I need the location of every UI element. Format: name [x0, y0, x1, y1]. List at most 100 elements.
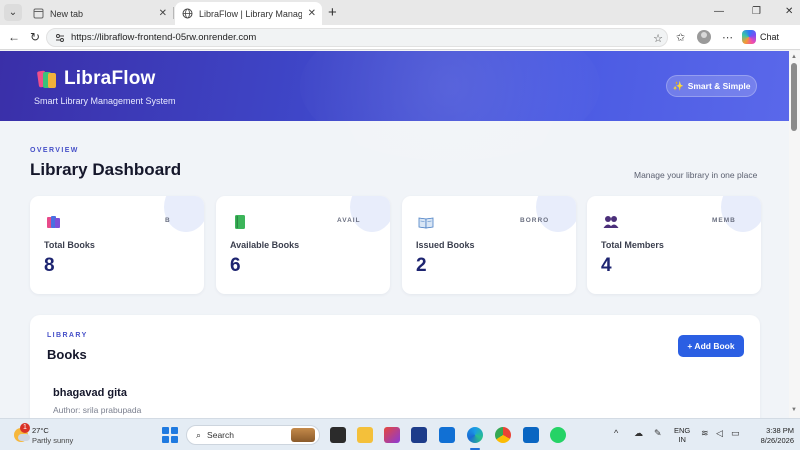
sparkle-icon: ✨ — [672, 80, 684, 91]
green-book-icon — [232, 214, 248, 230]
page-subtitle: Manage your library in one place — [634, 170, 758, 180]
start-button[interactable] — [162, 427, 178, 443]
books-section: LIBRARY Books + Add Book bhagavad gita A… — [30, 315, 760, 418]
card-tag: B — [165, 217, 171, 224]
card-tag: MEMB — [712, 217, 736, 224]
book-author: Author: srila prabupada — [53, 405, 142, 415]
stat-card-total-members: MEMB Total Members 4 — [587, 196, 761, 294]
card-tag: AVAIL — [337, 217, 361, 224]
card-decoration — [721, 196, 761, 232]
books-logo-icon — [36, 69, 58, 89]
language-indicator[interactable]: ENG IN — [674, 426, 690, 444]
tab-actions-menu-button[interactable]: ⌄ — [4, 4, 22, 21]
badge-label: Smart & Simple — [687, 81, 751, 91]
battery-icon[interactable]: ▭ — [731, 428, 740, 439]
favorites-icon[interactable]: ✩ — [676, 31, 685, 44]
file-explorer-icon[interactable] — [357, 427, 373, 443]
tab-new-tab[interactable]: New tab ✕ — [26, 2, 173, 25]
add-book-button[interactable]: + Add Book — [678, 335, 744, 357]
overview-eyebrow: OVERVIEW — [30, 147, 79, 154]
pen-icon[interactable]: ✎ — [654, 428, 662, 439]
stat-card-issued-books: BORRO Issued Books 2 — [402, 196, 576, 294]
books-heading: Books — [47, 347, 87, 362]
stat-label: Total Books — [44, 240, 95, 250]
whatsapp-icon[interactable] — [550, 427, 566, 443]
clock-time: 3:38 PM — [766, 426, 794, 435]
stat-value: 8 — [44, 255, 55, 276]
back-arrow-icon[interactable]: ← — [8, 30, 20, 44]
app-header: LibraFlow Smart Library Management Syste… — [0, 51, 789, 161]
stat-value: 4 — [601, 255, 612, 276]
book-title[interactable]: bhagavad gita — [53, 387, 127, 399]
edge-icon[interactable] — [467, 427, 483, 443]
brand-tagline: Smart Library Management System — [34, 96, 176, 106]
search-highlight-image — [291, 428, 315, 442]
search-placeholder: Search — [207, 430, 234, 440]
wifi-icon[interactable]: ≋ — [701, 428, 709, 439]
language-code: ENG — [674, 426, 691, 435]
page-viewport: LibraFlow Smart Library Management Syste… — [0, 51, 789, 418]
close-window-icon[interactable]: ✕ — [785, 6, 793, 17]
open-book-icon — [418, 214, 434, 230]
store-icon[interactable] — [411, 427, 427, 443]
search-icon: ⌕ — [196, 429, 202, 440]
tab-title: New tab — [50, 8, 84, 19]
scroll-up-arrow-icon[interactable]: ▲ — [791, 54, 797, 60]
region-code: IN — [678, 435, 686, 444]
stat-value: 2 — [416, 255, 427, 276]
page-title: Library Dashboard — [30, 160, 182, 179]
minimize-icon[interactable]: — — [714, 6, 724, 17]
members-icon — [603, 214, 619, 230]
card-decoration — [164, 196, 204, 232]
stat-label: Total Members — [601, 240, 664, 250]
url-text: https://libraflow-frontend-05rw.onrender… — [71, 32, 257, 43]
close-icon[interactable]: ✕ — [308, 8, 316, 19]
show-hidden-icons-icon[interactable]: ^ — [614, 428, 618, 438]
restore-icon[interactable]: ❐ — [752, 6, 761, 17]
brand-name: LibraFlow — [64, 68, 156, 89]
browser-tab-strip: ⌄ New tab ✕ LibraFlow | Library Manageme… — [0, 0, 800, 25]
task-view-icon[interactable] — [330, 427, 346, 443]
notification-badge: 1 — [20, 423, 30, 433]
tab-divider — [173, 7, 174, 19]
system-clock[interactable]: 3:38 PM 8/26/2026 — [750, 426, 794, 446]
outlook-icon[interactable] — [439, 427, 455, 443]
url-field[interactable]: https://libraflow-frontend-05rw.onrender… — [46, 28, 668, 47]
volume-icon[interactable]: ◁ — [716, 428, 723, 439]
close-icon[interactable]: ✕ — [159, 8, 167, 19]
copilot-icon[interactable] — [742, 30, 756, 44]
app-icon[interactable] — [384, 427, 400, 443]
refresh-icon[interactable]: ↻ — [30, 30, 40, 44]
scroll-down-arrow-icon[interactable]: ▼ — [791, 407, 797, 413]
books-icon — [46, 214, 62, 230]
site-info-icon[interactable] — [55, 33, 65, 43]
clock-date: 8/26/2026 — [760, 436, 794, 445]
card-decoration — [536, 196, 576, 232]
tab-libraflow[interactable]: LibraFlow | Library Management Sy ✕ — [175, 2, 322, 25]
profile-avatar[interactable] — [697, 30, 711, 44]
card-tag: BORRO — [520, 217, 550, 224]
cloud-icon — [18, 434, 30, 441]
chat-button-label[interactable]: Chat — [760, 32, 779, 42]
more-options-icon[interactable]: ⋯ — [722, 31, 733, 44]
address-bar-row: ← ↻ https://libraflow-frontend-05rw.onre… — [0, 25, 800, 50]
windows-taskbar: 1 27°C Partly sunny ⌕ Search ^ ☁ ✎ ENG I… — [0, 418, 800, 450]
scrollbar-thumb[interactable] — [791, 63, 797, 131]
smart-simple-badge: ✨ Smart & Simple — [666, 75, 757, 97]
globe-icon — [181, 8, 193, 20]
card-decoration — [350, 196, 390, 232]
stat-card-total-books: B Total Books 8 — [30, 196, 204, 294]
taskbar-search[interactable]: ⌕ Search — [186, 425, 320, 445]
stat-card-available-books: AVAIL Available Books 6 — [216, 196, 390, 294]
new-tab-button[interactable]: + — [328, 4, 337, 21]
weather-widget[interactable]: 1 27°C Partly sunny — [12, 423, 102, 446]
tab-title: LibraFlow | Library Management Sy — [199, 8, 302, 19]
linkedin-icon[interactable] — [523, 427, 539, 443]
header-glow — [300, 51, 600, 161]
cloud-sync-icon[interactable]: ☁ — [634, 428, 643, 439]
library-eyebrow: LIBRARY — [47, 332, 88, 339]
stat-label: Issued Books — [416, 240, 475, 250]
favorite-star-icon[interactable]: ☆ — [653, 32, 663, 45]
chrome-icon[interactable] — [495, 427, 511, 443]
stat-value: 6 — [230, 255, 241, 276]
